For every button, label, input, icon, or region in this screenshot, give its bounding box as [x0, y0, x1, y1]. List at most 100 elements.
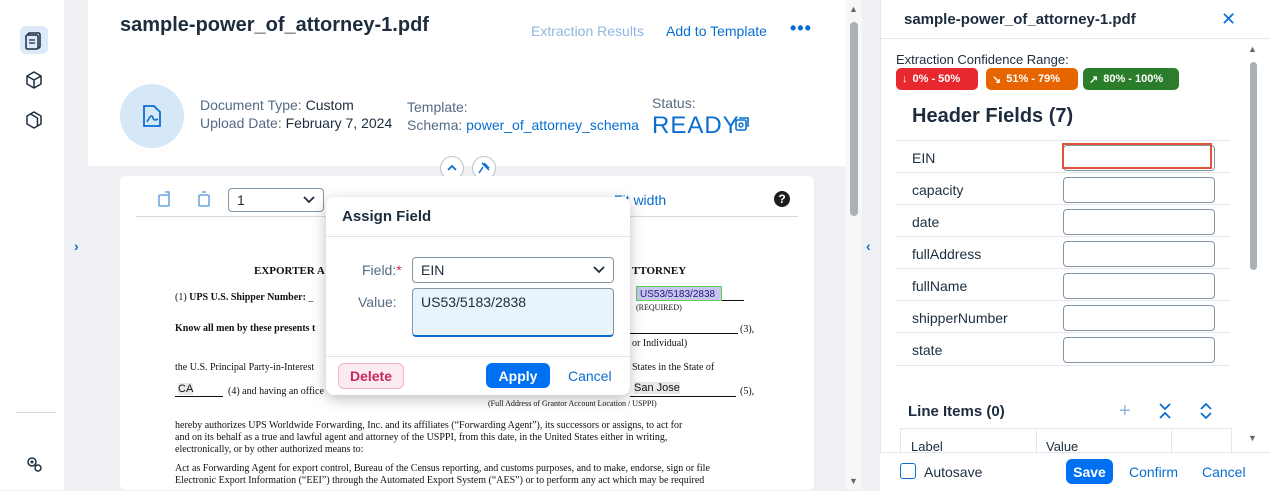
pdf-address-caption: (Full Address of Grantor Account Locatio… [488, 399, 657, 408]
scroll-down-icon[interactable]: ▼ [849, 476, 858, 486]
field-input-capacity[interactable] [1063, 177, 1215, 203]
schema-label: Schema: [407, 117, 463, 133]
autosave-checkbox[interactable] [900, 463, 916, 479]
upload-date-label: Upload Date: [200, 115, 282, 131]
field-row-shippernumber: shipperNumber [896, 300, 1230, 333]
pdf-para1: hereby authorizes UPS Worldwide Forwardi… [175, 420, 683, 431]
pdf-line1-bold: UPS U.S. Shipper Number: [189, 292, 306, 303]
collapse-all-icon[interactable] [1199, 402, 1213, 425]
field-row-fulladdress: fullAddress [896, 236, 1230, 269]
field-row-capacity: capacity [896, 172, 1230, 205]
required-marker: * [396, 262, 402, 278]
documents-icon[interactable] [20, 26, 48, 54]
settings-icon[interactable] [20, 450, 48, 478]
panel-divider [880, 38, 1270, 39]
chevron-down-icon [303, 196, 315, 204]
field-input-shippernumber[interactable] [1063, 305, 1215, 331]
pdf-signature-icon [143, 105, 161, 127]
collapse-right-icon[interactable]: ‹ [866, 238, 871, 254]
document-avatar [120, 84, 184, 148]
field-input-date[interactable] [1063, 209, 1215, 235]
cube-icon[interactable] [20, 66, 48, 94]
dialog-cancel-button[interactable]: Cancel [568, 368, 612, 384]
confidence-range-label: Extraction Confidence Range: [896, 52, 1069, 67]
add-line-item-icon[interactable]: + [1119, 400, 1131, 423]
schema-link[interactable]: power_of_attorney_schema [466, 117, 639, 133]
rail-divider [16, 412, 56, 413]
schema-cube-icon[interactable] [20, 106, 48, 134]
cancel-button[interactable]: Cancel [1202, 464, 1246, 480]
page-select-value: 1 [237, 192, 245, 208]
pdf-line1: (1) UPS U.S. Shipper Number: _ [175, 292, 314, 303]
pdf-line3: the U.S. Principal Party-in-Interest [175, 362, 315, 373]
autosave-label: Autosave [924, 464, 983, 480]
value-label: Value: [358, 294, 397, 310]
badge-low-label: 0% - 50% [912, 73, 961, 85]
main-scrollbar-thumb[interactable] [850, 22, 858, 216]
rotate-right-icon[interactable] [196, 190, 214, 213]
status-detail-icon[interactable] [734, 116, 750, 137]
apply-button[interactable]: Apply [486, 363, 550, 388]
field-row-date: date [896, 204, 1230, 237]
pdf-required: (REQUIRED) [636, 303, 682, 312]
dialog-divider [326, 236, 630, 237]
confidence-badge-high: ↗ 80% - 100% [1083, 68, 1179, 90]
value-input-text: US53/5183/2838 [421, 294, 527, 310]
dialog-footer-divider [326, 356, 630, 357]
pdf-heading-right: TTORNEY [632, 265, 687, 277]
field-input-fulladdress[interactable] [1063, 241, 1215, 267]
badge-medium-label: 51% - 79% [1006, 73, 1061, 85]
expand-left-icon[interactable]: › [74, 238, 79, 254]
panel-scrollbar-thumb[interactable] [1250, 62, 1257, 270]
help-icon[interactable]: ? [774, 191, 790, 207]
field-label-date: date [912, 214, 940, 230]
pdf-heading-left: EXPORTER A [254, 265, 325, 277]
value-input[interactable]: US53/5183/2838 [412, 288, 614, 337]
field-input-state[interactable] [1063, 337, 1215, 363]
field-label: Field:* [362, 262, 402, 278]
more-icon[interactable]: ••• [790, 18, 812, 39]
badge-high-label: 80% - 100% [1103, 73, 1164, 85]
page-select[interactable]: 1 [228, 188, 324, 212]
rotate-left-icon[interactable] [156, 190, 174, 213]
pdf-para5: Electronic Export Information (“EEI”) th… [175, 475, 705, 486]
pdf-line4-end: (5), [740, 386, 755, 397]
dialog-title: Assign Field [342, 208, 432, 225]
pdf-city-value[interactable]: San Jose [634, 382, 680, 394]
pdf-underline [722, 300, 744, 301]
field-input-fullname[interactable] [1063, 273, 1215, 299]
tab-extraction-results[interactable]: Extraction Results [531, 23, 644, 39]
ein-field-highlight [1062, 143, 1212, 169]
expand-all-icon[interactable] [1158, 402, 1172, 425]
arrow-down-icon: ↓ [902, 73, 908, 85]
pdf-line2-end: (3), [740, 324, 755, 335]
field-label-fulladdress: fullAddress [912, 246, 982, 262]
upload-date: Upload Date: February 7, 2024 [200, 114, 392, 132]
panel-scroll-down-icon[interactable]: ▼ [1248, 433, 1257, 443]
pdf-highlight-value[interactable]: US53/5183/2838 [636, 286, 722, 301]
pdf-line3-right: States in the State of [632, 362, 715, 373]
close-icon[interactable]: ✕ [1221, 9, 1236, 30]
pdf-line2b: or Individual) [632, 338, 688, 349]
add-to-template-button[interactable]: Add to Template [666, 23, 767, 39]
field-row-fullname: fullName [896, 268, 1230, 301]
header-fields-title: Header Fields (7) [912, 105, 1074, 127]
status-value: READY [652, 112, 740, 139]
document-type: Document Type: Custom [200, 96, 354, 114]
pdf-para2: and on its behalf as a true and lawful a… [175, 432, 668, 443]
field-label-text: Field: [362, 262, 397, 278]
field-label-state: state [912, 342, 943, 358]
field-label-shippernumber: shipperNumber [912, 310, 1008, 326]
line-items-title: Line Items (0) [908, 403, 1005, 420]
pdf-state-value[interactable]: CA [178, 383, 194, 395]
save-button[interactable]: Save [1066, 459, 1113, 484]
panel-scroll-up-icon[interactable]: ▲ [1248, 44, 1257, 54]
trend-down-icon: ↘ [992, 73, 1002, 86]
pdf-line2: Know all men by these presents t [175, 323, 316, 334]
delete-button[interactable]: Delete [338, 363, 404, 389]
confirm-button[interactable]: Confirm [1129, 464, 1178, 480]
pdf-para4: Act as Forwarding Agent for export contr… [175, 463, 710, 474]
document-type-value: Custom [305, 97, 354, 113]
field-select[interactable]: EIN [412, 257, 614, 283]
scroll-up-icon[interactable]: ▲ [849, 4, 858, 14]
